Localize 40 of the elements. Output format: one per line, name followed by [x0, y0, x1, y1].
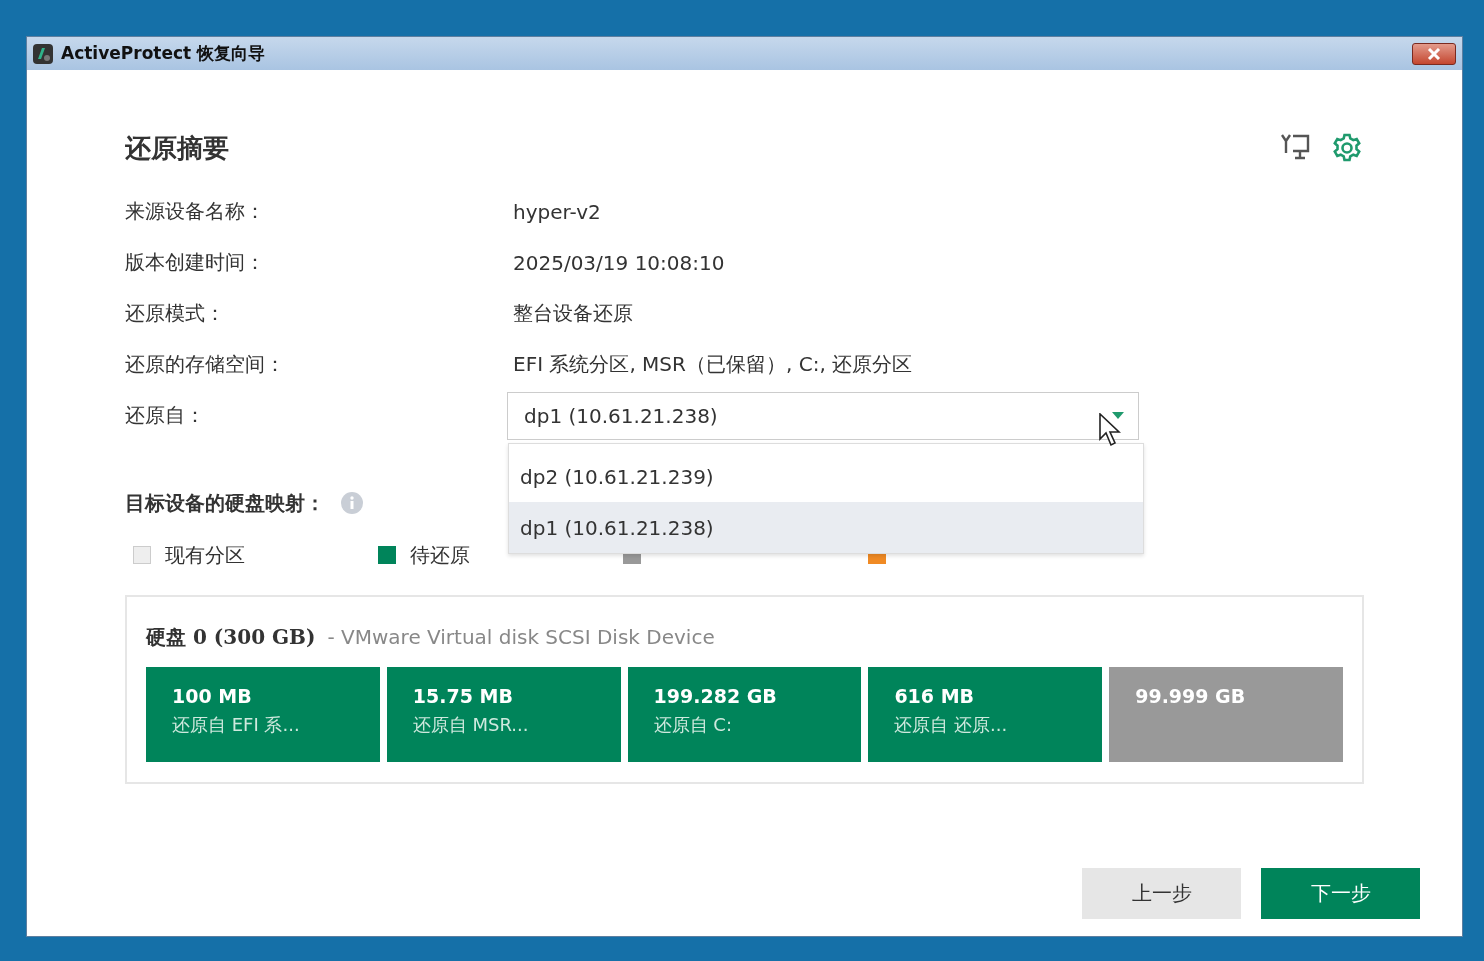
close-button[interactable]: [1412, 42, 1456, 65]
settings-icon[interactable]: [1332, 133, 1362, 163]
source-dropdown[interactable]: dp1 (10.61.21.238): [507, 391, 1139, 440]
window-title: ActiveProtect 恢复向导: [61, 42, 266, 65]
partition-block[interactable]: 99.999 GB: [1109, 667, 1343, 762]
partition-block[interactable]: 100 MB 还原自 EFI 系...: [146, 667, 380, 762]
monitor-icon[interactable]: [1280, 133, 1310, 161]
disk-device: - VMware Virtual disk SCSI Disk Device: [327, 625, 715, 649]
partition-block[interactable]: 199.282 GB 还原自 C:: [627, 667, 862, 762]
partition-size: 100 MB: [172, 685, 253, 707]
field-value: 整台设备还原: [513, 300, 633, 327]
field-label: 还原的存储空间：: [125, 351, 286, 378]
dropdown-option[interactable]: dp2 (10.61.21.239): [509, 451, 1143, 502]
partition-source: 还原自 EFI 系...: [172, 713, 301, 737]
partition-source: 还原自 还原...: [894, 713, 1009, 737]
partition-block[interactable]: 15.75 MB 还原自 MSR...: [386, 667, 621, 762]
back-button[interactable]: 上一步: [1082, 868, 1241, 919]
legend-label: 现有分区: [165, 541, 245, 569]
partition-source: 还原自 MSR...: [412, 713, 530, 737]
partition-size: 15.75 MB: [412, 685, 514, 707]
next-button[interactable]: 下一步: [1261, 868, 1420, 919]
close-icon: [1426, 47, 1442, 60]
field-value: EFI 系统分区, MSR（已保留）, C:, 还原分区: [513, 351, 913, 378]
field-label: 版本创建时间：: [125, 249, 266, 276]
partition-size: 99.999 GB: [1135, 685, 1247, 707]
partition-size: 199.282 GB: [653, 685, 778, 707]
partition-source: 还原自 C:: [653, 713, 733, 737]
section-title: 目标设备的硬盘映射：: [125, 489, 325, 517]
legend-label: 待还原: [410, 541, 470, 569]
field-value: hyper-v2: [513, 199, 601, 224]
disk-name: 硬盘 0 (300 GB): [146, 623, 316, 651]
partition-size: 616 MB: [894, 685, 976, 707]
partition-block[interactable]: 616 MB 还原自 还原...: [868, 667, 1103, 762]
field-label: 还原模式：: [125, 300, 226, 327]
field-label: 来源设备名称：: [125, 198, 266, 225]
field-label: 还原自：: [125, 402, 206, 429]
app-logo-icon: [33, 43, 53, 64]
dropdown-option[interactable]: dp1 (10.61.21.238): [509, 502, 1143, 553]
field-value: 2025/03/19 10:08:10: [513, 250, 725, 275]
page-heading: 还原摘要: [125, 131, 229, 165]
